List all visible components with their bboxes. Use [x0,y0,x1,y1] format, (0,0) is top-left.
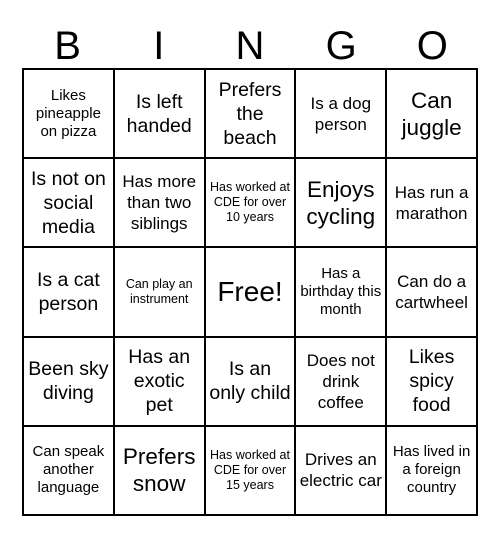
bingo-cell-label: Likes spicy food [408,346,455,417]
bingo-cell-label: Can do a cartwheel [395,271,468,312]
bingo-cell[interactable]: Is an only child [205,337,297,427]
header-letter-b: B [54,24,81,68]
bingo-cell-label: Has more than two siblings [122,172,197,234]
bingo-cell-label: Has worked at CDE for over 10 years [210,180,290,225]
bingo-grid: Likes pineapple on pizza Is left handed Pr… [22,68,478,516]
bingo-cell-label: Can juggle [401,87,462,140]
bingo-cell[interactable]: Has lived in a foreign country [387,426,478,516]
bingo-cell-label: Prefers the beach [218,78,282,149]
bingo-cell[interactable]: Prefers snow [114,426,206,516]
bingo-cell-label: Likes pineapple on pizza [35,86,101,140]
bingo-cell-label: Free! [217,276,283,308]
bingo-cell[interactable]: Can juggle [387,70,478,160]
header-letter-g: G [325,24,357,68]
bingo-cell[interactable]: Enjoys cycling [296,159,388,249]
bingo-cell-label: Is a dog person [310,93,372,134]
bingo-cell-label: Is not on social media [30,167,106,238]
bingo-cell-label: Has lived in a foreign country [392,443,471,497]
bingo-cell[interactable]: Can speak another language [24,426,115,516]
bingo-header: B I N G O [22,16,478,68]
bingo-cell[interactable]: Has a birthday this month [296,248,388,338]
bingo-cell-label: Has a birthday this month [300,264,382,318]
bingo-cell-label: Is an only child [209,358,291,405]
header-letter-n: N [235,24,265,68]
bingo-cell[interactable]: Has worked at CDE for over 15 years [205,426,297,516]
bingo-cell-label: Has run a marathon [394,182,469,223]
bingo-cell-label: Does not drink coffee [306,350,375,412]
bingo-cell[interactable]: Has worked at CDE for over 10 years [205,159,297,249]
bingo-cell[interactable]: Likes spicy food [387,337,478,427]
bingo-cell[interactable]: Free! [205,248,297,338]
bingo-cell[interactable]: Has run a marathon [387,159,478,249]
bingo-cell-label: Can play an instrument [125,276,193,306]
bingo-cell[interactable]: Been sky diving [24,337,115,427]
bingo-cell[interactable]: Has an exotic pet [114,337,206,427]
bingo-cell[interactable]: Has more than two siblings [114,159,206,249]
bingo-cell[interactable]: Is a cat person [24,248,115,338]
bingo-cell[interactable]: Is a dog person [296,70,388,160]
bingo-cell-label: Has an exotic pet [128,346,191,417]
header-letter-o: O [416,24,448,68]
bingo-cell-label: Enjoys cycling [306,176,376,229]
bingo-cell-label: Been sky diving [28,358,109,405]
bingo-cell-label: Drives an electric car [299,450,382,491]
header-letter-i: I [153,24,165,68]
bingo-cell[interactable]: Does not drink coffee [296,337,388,427]
bingo-cell-label: Is a cat person [36,268,100,315]
bingo-cell-label: Is left handed [126,90,192,137]
bingo-cell-label: Has worked at CDE for over 15 years [210,447,290,492]
bingo-cell[interactable]: Prefers the beach [205,70,297,160]
bingo-cell[interactable]: Can do a cartwheel [387,248,478,338]
bingo-cell[interactable]: Drives an electric car [296,426,388,516]
bingo-cell[interactable]: Is left handed [114,70,206,160]
bingo-cell[interactable]: Is not on social media [24,159,115,249]
bingo-cell[interactable]: Can play an instrument [114,248,206,338]
bingo-cell[interactable]: Likes pineapple on pizza [24,70,115,160]
bingo-cell-label: Can speak another language [32,443,105,497]
bingo-card: B I N G O Likes pineapple on pizza Is lef… [0,0,500,544]
bingo-cell-label: Prefers snow [122,444,196,497]
